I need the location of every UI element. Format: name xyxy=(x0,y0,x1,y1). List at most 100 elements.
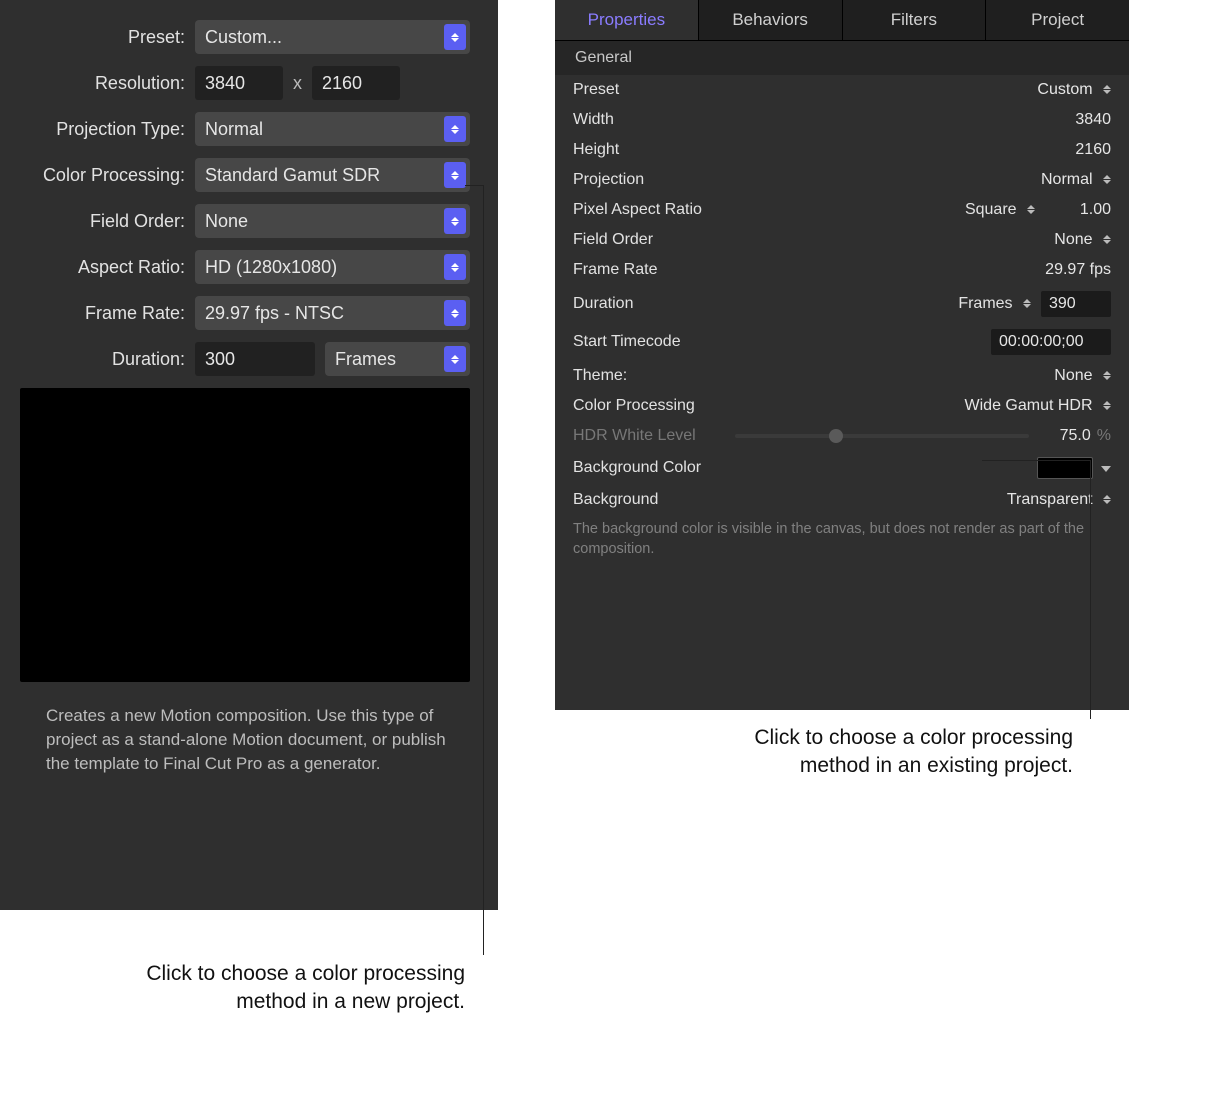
duration-unit-value: Frames xyxy=(335,349,396,370)
frame-rate-value: 29.97 fps - NTSC xyxy=(205,303,344,324)
dropdown-caret-icon xyxy=(444,24,466,50)
projection-label: Projection Type: xyxy=(20,119,195,140)
tab-behaviors[interactable]: Behaviors xyxy=(699,0,843,40)
prop-theme-select[interactable]: None xyxy=(1054,367,1111,385)
prop-preset-label: Preset xyxy=(573,81,1037,99)
tab-filters[interactable]: Filters xyxy=(843,0,987,40)
prop-projection-value: Normal xyxy=(1041,171,1093,188)
resolution-x-separator: x xyxy=(283,73,312,94)
dropdown-caret-icon xyxy=(444,254,466,280)
resolution-width-input[interactable] xyxy=(195,66,283,100)
general-section-header: General xyxy=(555,41,1129,75)
prop-field-order-select[interactable]: None xyxy=(1054,231,1111,249)
frame-rate-label: Frame Rate: xyxy=(20,303,195,324)
prop-field-order-value: None xyxy=(1054,231,1092,248)
field-order-value: None xyxy=(205,211,248,232)
duration-input[interactable] xyxy=(195,342,315,376)
updown-caret-icon xyxy=(1023,299,1031,308)
color-processing-row: Color Processing: Standard Gamut SDR xyxy=(20,158,470,192)
prop-field-order-label: Field Order xyxy=(573,231,1054,249)
prop-color-processing-label: Color Processing xyxy=(573,397,965,415)
prop-hdr-white-suffix: % xyxy=(1097,427,1111,445)
prop-color-processing-select[interactable]: Wide Gamut HDR xyxy=(965,397,1111,415)
hdr-white-slider[interactable] xyxy=(735,434,1029,438)
duration-unit-select[interactable]: Frames xyxy=(325,342,470,376)
frame-rate-row: Frame Rate: 29.97 fps - NTSC xyxy=(20,296,470,330)
dropdown-caret-icon xyxy=(444,300,466,326)
aspect-ratio-value: HD (1280x1080) xyxy=(205,257,337,278)
updown-caret-icon xyxy=(1103,495,1111,504)
projection-value: Normal xyxy=(205,119,263,140)
prop-start-tc-label: Start Timecode xyxy=(573,333,991,351)
prop-projection-row: Projection Normal xyxy=(555,165,1129,195)
slider-thumb-icon xyxy=(829,429,843,443)
frame-rate-select[interactable]: 29.97 fps - NTSC xyxy=(195,296,470,330)
prop-height-value[interactable]: 2160 xyxy=(1001,141,1111,159)
callout-leader-line xyxy=(483,185,484,955)
aspect-ratio-row: Aspect Ratio: HD (1280x1080) xyxy=(20,250,470,284)
duration-label: Duration: xyxy=(20,349,195,370)
preset-value: Custom... xyxy=(205,27,282,48)
color-processing-label: Color Processing: xyxy=(20,165,195,186)
prop-width-value[interactable]: 3840 xyxy=(1001,111,1111,129)
prop-theme-row: Theme: None xyxy=(555,361,1129,391)
resolution-label: Resolution: xyxy=(20,73,195,94)
callout-new-project: Click to choose a color processing metho… xyxy=(115,960,465,1017)
inspector-tabs: Properties Behaviors Filters Project xyxy=(555,0,1129,41)
prop-width-row: Width 3840 xyxy=(555,105,1129,135)
projection-select[interactable]: Normal xyxy=(195,112,470,146)
new-project-panel: Preset: Custom... Resolution: x Projecti… xyxy=(0,0,498,910)
callout-existing-project: Click to choose a color processing metho… xyxy=(723,724,1073,781)
updown-caret-icon xyxy=(1103,175,1111,184)
prop-background-select[interactable]: Transparent xyxy=(1007,491,1111,509)
prop-preset-select[interactable]: Custom xyxy=(1037,81,1111,99)
prop-duration-unit-select[interactable]: Frames xyxy=(958,295,1031,313)
resolution-row: Resolution: x xyxy=(20,66,470,100)
prop-preset-row: Preset Custom xyxy=(555,75,1129,105)
prop-height-row: Height 2160 xyxy=(555,135,1129,165)
prop-frame-rate-value[interactable]: 29.97 fps xyxy=(1001,261,1111,279)
prop-theme-value: None xyxy=(1054,367,1092,384)
aspect-ratio-select[interactable]: HD (1280x1080) xyxy=(195,250,470,284)
prop-frame-rate-row: Frame Rate 29.97 fps xyxy=(555,255,1129,285)
duration-row: Duration: Frames xyxy=(20,342,470,376)
canvas-preview xyxy=(20,388,470,682)
preset-label: Preset: xyxy=(20,27,195,48)
color-processing-select[interactable]: Standard Gamut SDR xyxy=(195,158,470,192)
prop-par-row: Pixel Aspect Ratio Square 1.00 xyxy=(555,195,1129,225)
prop-background-label: Background xyxy=(573,491,1007,509)
prop-start-tc-row: Start Timecode xyxy=(555,323,1129,361)
prop-par-select[interactable]: Square xyxy=(965,201,1035,219)
prop-color-processing-row: Color Processing Wide Gamut HDR xyxy=(555,391,1129,421)
prop-duration-row: Duration Frames xyxy=(555,285,1129,323)
updown-caret-icon xyxy=(1103,85,1111,94)
resolution-height-input[interactable] xyxy=(312,66,400,100)
preset-select[interactable]: Custom... xyxy=(195,20,470,54)
prop-background-row: Background Transparent xyxy=(555,485,1129,515)
updown-caret-icon xyxy=(1103,371,1111,380)
preset-row: Preset: Custom... xyxy=(20,20,470,54)
prop-projection-select[interactable]: Normal xyxy=(1041,171,1111,189)
prop-duration-input[interactable] xyxy=(1041,291,1111,317)
prop-start-tc-input[interactable] xyxy=(991,329,1111,355)
field-order-select[interactable]: None xyxy=(195,204,470,238)
prop-par-number[interactable]: 1.00 xyxy=(1051,201,1111,219)
tab-project[interactable]: Project xyxy=(986,0,1129,40)
chevron-down-icon[interactable] xyxy=(1101,459,1111,477)
background-note: The background color is visible in the c… xyxy=(555,515,1129,580)
prop-par-label: Pixel Aspect Ratio xyxy=(573,201,965,219)
prop-field-order-row: Field Order None xyxy=(555,225,1129,255)
prop-preset-value: Custom xyxy=(1037,81,1092,98)
dropdown-caret-icon xyxy=(444,162,466,188)
field-order-label: Field Order: xyxy=(20,211,195,232)
prop-height-label: Height xyxy=(573,141,1001,159)
prop-hdr-white-value: 75.0 xyxy=(1041,427,1091,445)
new-project-description: Creates a new Motion composition. Use th… xyxy=(20,704,470,775)
tab-properties[interactable]: Properties xyxy=(555,0,699,40)
prop-bgcolor-label: Background Color xyxy=(573,459,1037,477)
prop-projection-label: Projection xyxy=(573,171,1041,189)
prop-frame-rate-label: Frame Rate xyxy=(573,261,1001,279)
prop-duration-label: Duration xyxy=(573,295,958,313)
prop-theme-label: Theme: xyxy=(573,367,1054,385)
dropdown-caret-icon xyxy=(444,208,466,234)
